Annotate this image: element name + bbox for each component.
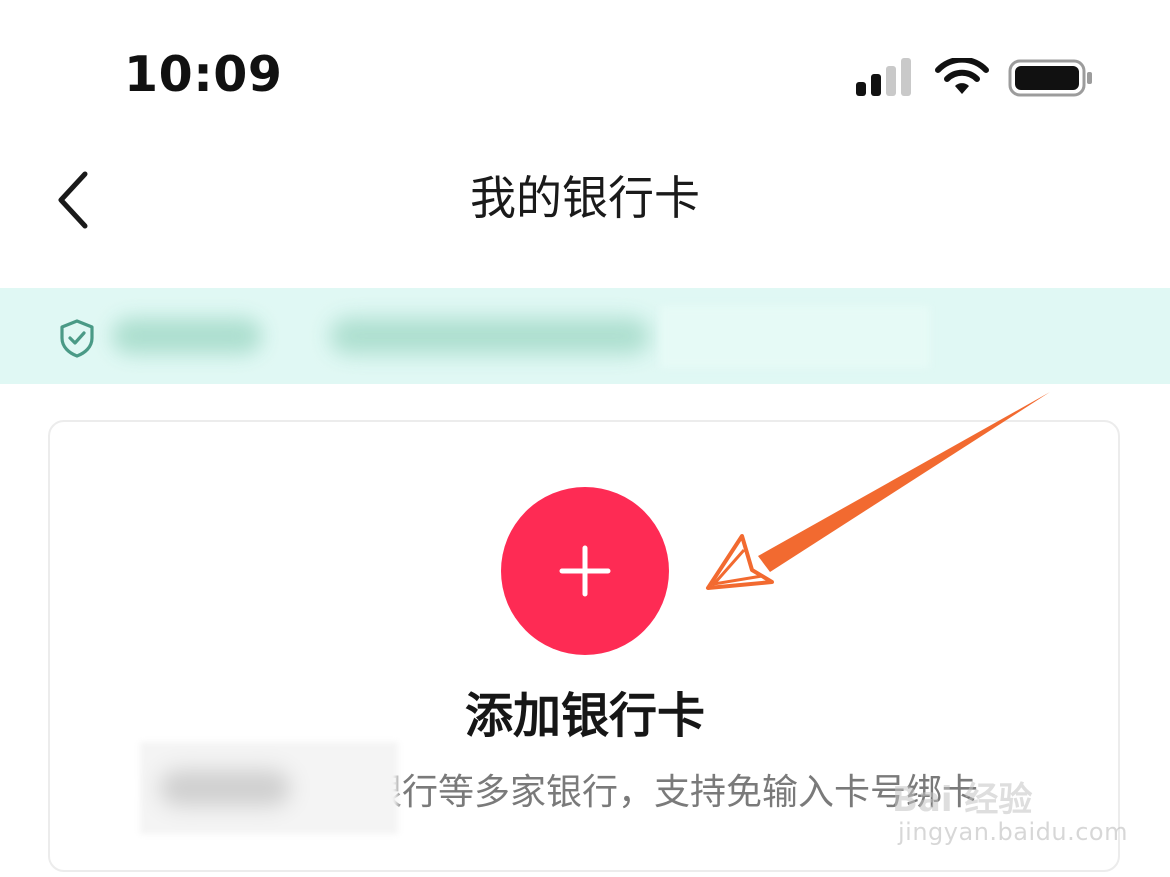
shield-check-icon	[60, 319, 94, 358]
wifi-icon	[935, 58, 989, 94]
blurred-banner-text	[330, 318, 650, 354]
add-bank-card-button[interactable]	[501, 487, 669, 655]
screen: 10:09 我的银行卡 添加银行卡 银行等多家银行，支持免输入卡号绑卡 Bai …	[0, 0, 1170, 877]
security-banner	[0, 288, 1170, 384]
add-bank-card-subtitle: 银行等多家银行，支持免输入卡号绑卡	[366, 772, 979, 813]
blurred-subtitle-region	[140, 742, 398, 834]
blurred-banner-region	[660, 306, 930, 368]
watermark-url: jingyan.baidu.com	[898, 818, 1128, 846]
add-bank-card-title: 添加银行卡	[464, 688, 705, 744]
battery-icon	[1008, 59, 1092, 97]
watermark-brand: Bai 经验	[892, 780, 1033, 820]
plus-icon	[559, 545, 611, 597]
status-time: 10:09	[124, 46, 283, 103]
blurred-banner-text	[112, 318, 262, 354]
page-title: 我的银行卡	[470, 171, 700, 225]
baidu-jingyan-watermark: Bai 经验 jingyan.baidu.com	[892, 772, 1127, 852]
cellular-signal-icon	[856, 58, 911, 96]
